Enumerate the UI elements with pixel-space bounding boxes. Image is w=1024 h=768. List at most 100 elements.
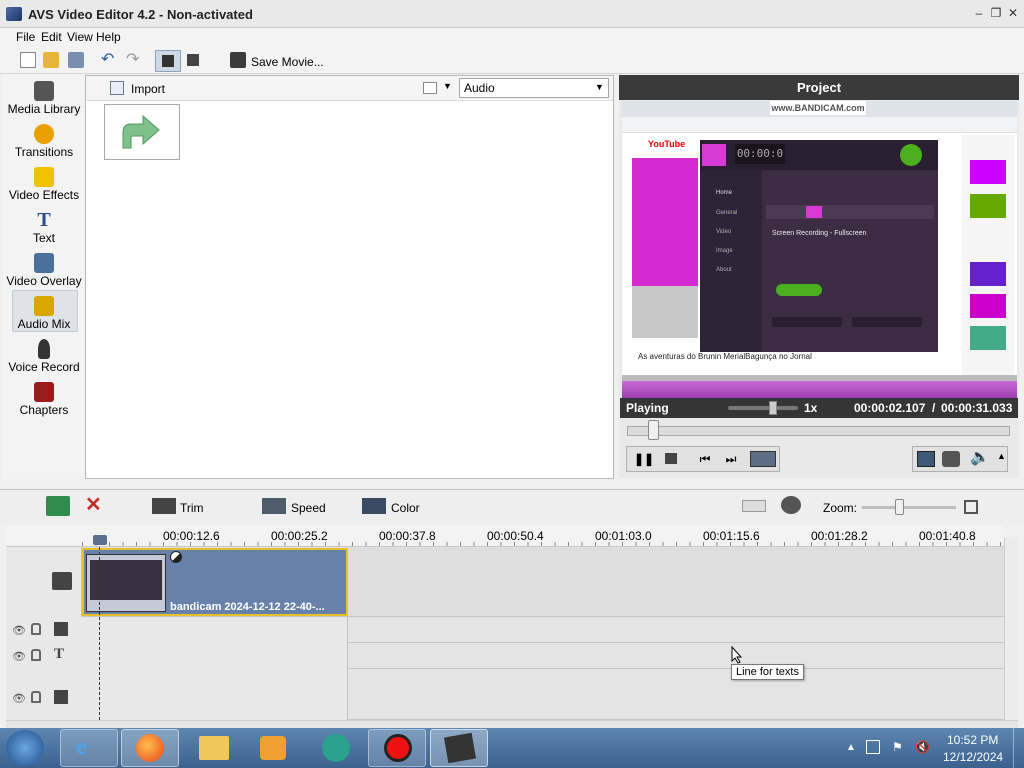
speed-button[interactable]: Speed (291, 501, 326, 515)
menu-bar (0, 28, 1024, 46)
network-icon[interactable] (866, 740, 880, 754)
chevron-down-icon: ▼ (595, 82, 604, 92)
sidebar-item-transitions[interactable]: Transitions (4, 121, 84, 163)
speed-slider-track[interactable] (728, 406, 798, 410)
clip-thumbnail-frame (90, 560, 162, 600)
lock-icon[interactable] (31, 691, 41, 703)
preview-rec-heading: Screen Recording - Fullscreen (772, 230, 867, 237)
start-button-icon[interactable] (6, 730, 44, 766)
add-to-timeline-icon[interactable] (46, 496, 70, 516)
split-icon[interactable] (742, 500, 766, 512)
vertical-scrollbar[interactable] (1004, 537, 1018, 720)
menu-edit[interactable]: Edit (41, 30, 62, 44)
playhead-handle[interactable] (93, 535, 107, 545)
close-icon[interactable]: ✕ (1006, 6, 1020, 20)
video-track-icon (52, 572, 72, 590)
menu-help[interactable]: Help (96, 30, 121, 44)
view-mode-icon[interactable] (423, 82, 437, 94)
preview-taskbar (622, 381, 1017, 398)
speaker-muted-icon[interactable]: 🔇 (915, 740, 930, 754)
playback-status: Playing (626, 401, 669, 415)
camera-icon[interactable] (942, 451, 960, 467)
open-folder-icon[interactable] (43, 52, 59, 68)
view-mode-arrow-icon[interactable]: ▼ (443, 81, 452, 91)
new-file-icon[interactable] (20, 52, 36, 68)
ruler-tick-label: 00:01:03.0 (595, 529, 652, 543)
ruler-tick-label: 00:00:50.4 (487, 529, 544, 543)
eye-icon[interactable]: 👁 (12, 692, 26, 705)
sidebar-item-video-overlay[interactable]: Video Overlay (4, 250, 84, 292)
media-player-icon (260, 736, 286, 760)
app-icon (6, 7, 22, 21)
lock-icon[interactable] (31, 649, 41, 661)
fullscreen-preview-icon[interactable] (750, 451, 776, 467)
seek-bar-thumb[interactable] (648, 420, 660, 440)
folder-icon (199, 736, 229, 760)
fit-timeline-icon[interactable] (964, 500, 978, 514)
transitions-icon (34, 124, 54, 144)
color-button[interactable]: Color (391, 501, 420, 515)
film-icon (34, 81, 54, 101)
preview-rec-menu-video: Video (716, 229, 732, 235)
menu-file[interactable]: File (16, 30, 35, 44)
filter-value: Audio (464, 81, 495, 95)
trim-button[interactable]: Trim (180, 501, 204, 515)
pause-icon[interactable]: ❚❚ (630, 448, 658, 470)
import-button[interactable]: Import (131, 82, 165, 96)
save-movie-button[interactable]: Save Movie... (251, 55, 324, 69)
delete-icon[interactable]: ✕ (85, 494, 102, 516)
sidebar-item-video-effects[interactable]: Video Effects (4, 164, 84, 206)
tray-arrow-icon[interactable]: ▲ (846, 742, 856, 753)
ruler-tick-label: 00:01:15.6 (703, 529, 760, 543)
sidebar-item-media-library[interactable]: Media Library (4, 78, 84, 120)
action-center-flag-icon[interactable]: ⚑ (892, 740, 903, 754)
zoom-slider-thumb[interactable] (895, 499, 904, 515)
preview-rec-menu-home: Home (716, 190, 733, 196)
previous-frame-icon[interactable]: ⏮ (692, 448, 718, 470)
avs-film-icon (443, 732, 477, 764)
restore-icon[interactable]: ❐ (989, 6, 1003, 20)
next-frame-icon[interactable]: ⏭ (718, 448, 744, 470)
clock-date[interactable]: 12/12/2024 (943, 750, 1003, 764)
taskbar-ie[interactable] (60, 729, 118, 767)
record-icon (384, 734, 412, 762)
seek-bar-track[interactable] (627, 426, 1010, 436)
volume-icon[interactable]: 🔈 (970, 447, 990, 467)
sidebar-item-text[interactable]: T Text (4, 207, 84, 249)
timeline-view-icon[interactable] (185, 52, 201, 68)
minimize-icon[interactable]: – (972, 6, 986, 20)
text-t-icon: T (37, 209, 51, 231)
zoom-slider-track[interactable] (862, 506, 956, 509)
sidebar-item-chapters[interactable]: Chapters (4, 379, 84, 421)
redo-icon[interactable]: ↷ (126, 52, 142, 68)
sidebar-item-audio-mix[interactable]: Audio Mix (4, 293, 84, 335)
snapshot-icon[interactable] (781, 496, 801, 514)
ruler-tick-label: 00:01:40.8 (919, 529, 976, 543)
preview-record-button-icon (900, 144, 922, 166)
eye-icon[interactable]: 👁 (12, 624, 26, 637)
sidebar-item-voice-record[interactable]: Voice Record (4, 336, 84, 378)
stop-icon[interactable] (665, 453, 677, 464)
clock-time[interactable]: 10:52 PM (947, 733, 998, 747)
trim-icon (152, 498, 176, 514)
save-icon[interactable] (68, 52, 84, 68)
ruler-tick-label: 00:00:25.2 (271, 529, 328, 543)
volume-arrow-icon[interactable]: ▲ (997, 451, 1006, 461)
preview-rec-menu-image: Image (716, 248, 733, 254)
overlay-icon (34, 253, 54, 273)
horizontal-scrollbar[interactable] (6, 720, 1018, 728)
speed-slider-thumb[interactable] (769, 401, 777, 415)
preview-video-thumb-2 (632, 286, 698, 338)
preview-side-thumb-1 (970, 160, 1006, 184)
import-icon (110, 81, 124, 95)
undo-icon[interactable]: ↶ (101, 52, 117, 68)
save-movie-icon[interactable] (230, 52, 246, 68)
show-desktop-button[interactable] (1013, 728, 1024, 768)
clip-effect-icon[interactable] (170, 551, 182, 563)
preview-side-thumb-3 (970, 262, 1006, 286)
eye-icon[interactable]: 👁 (12, 650, 26, 663)
monitor-icon[interactable] (917, 451, 935, 467)
lock-icon[interactable] (31, 623, 41, 635)
menu-view[interactable]: View (67, 30, 93, 44)
total-time: 00:00:31.033 (941, 401, 1013, 415)
